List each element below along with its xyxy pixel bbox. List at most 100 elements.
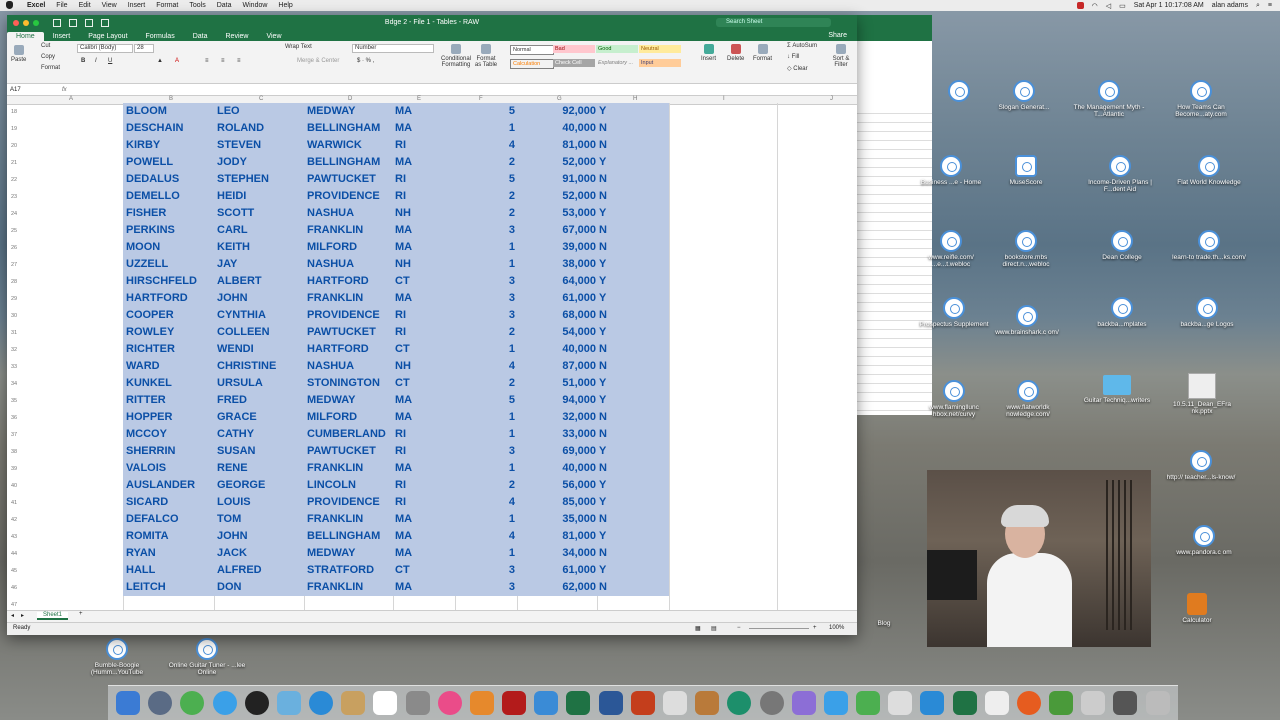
cell-last-name[interactable]: RICHTER [126, 343, 175, 355]
cell-flag[interactable]: N [599, 581, 607, 593]
app-icon[interactable] [1049, 691, 1074, 715]
column-header-h[interactable]: H [633, 96, 637, 102]
cell-salary[interactable]: 64,000 [522, 275, 596, 287]
cell-dept[interactable]: 2 [487, 156, 515, 168]
cell-salary[interactable]: 32,000 [522, 411, 596, 423]
desktop-icon-backba-templates[interactable]: backba...mplates [1083, 297, 1161, 328]
merge-center-button[interactable]: Merge & Center [297, 58, 339, 64]
cell-city[interactable]: PROVIDENCE [307, 190, 380, 202]
cell-dept[interactable]: 3 [487, 292, 515, 304]
cell-first-name[interactable]: TOM [217, 513, 241, 525]
battery-icon[interactable]: ▭ [1119, 2, 1126, 10]
zoom-level[interactable]: 100% [829, 625, 844, 631]
search-icon[interactable]: ⌕ [1256, 2, 1260, 10]
desktop-icon-calculator[interactable]: Calculator [1158, 593, 1236, 624]
desktop-icon-bookstore[interactable]: bookstore.mbs direct.n...webloc [987, 230, 1065, 268]
font-color-icon[interactable]: A [175, 58, 179, 64]
cell-dept[interactable]: 3 [487, 581, 515, 593]
cell-city[interactable]: FRANKLIN [307, 581, 363, 593]
column-header-f[interactable]: F [479, 96, 483, 102]
cell-last-name[interactable]: UZZELL [126, 258, 168, 270]
number-format-select[interactable]: Number [352, 44, 434, 53]
cell-last-name[interactable]: MCCOY [126, 428, 167, 440]
cell-last-name[interactable]: HARTFORD [126, 292, 188, 304]
cell-first-name[interactable]: CATHY [217, 428, 254, 440]
cell-flag[interactable]: N [599, 513, 607, 525]
cell-state[interactable]: MA [395, 547, 412, 559]
cell-dept[interactable]: 1 [487, 462, 515, 474]
cell-city[interactable]: MEDWAY [307, 105, 356, 117]
row-number[interactable]: 43 [7, 534, 21, 540]
cell-dept[interactable]: 4 [487, 530, 515, 542]
table-row[interactable]: 32 RICHTER WENDI HARTFORD CT 1 40,000 N [7, 341, 857, 358]
table-row[interactable]: 35 RITTER FRED MEDWAY MA 5 94,000 Y [7, 392, 857, 409]
cell-last-name[interactable]: WARD [126, 360, 160, 372]
font-name-select[interactable]: Calibri (Body) [77, 44, 133, 53]
cell-salary[interactable]: 39,000 [522, 241, 596, 253]
menu-file[interactable]: File [56, 2, 67, 9]
menu-app[interactable]: Excel [27, 2, 45, 9]
cell-dept[interactable]: 1 [487, 428, 515, 440]
table-row[interactable]: 29 HARTFORD JOHN FRANKLIN MA 3 61,000 Y [7, 290, 857, 307]
desktop-icon-business[interactable]: Business ...e - Home [912, 155, 990, 186]
cell-state[interactable]: RI [395, 139, 406, 151]
table-row[interactable]: 25 PERKINS CARL FRANKLIN MA 3 67,000 N [7, 222, 857, 239]
excel-icon[interactable] [566, 691, 591, 715]
currency-icon[interactable]: $ · % , [357, 58, 374, 64]
guitar-app-icon[interactable] [695, 691, 720, 715]
app-icon[interactable] [791, 691, 816, 715]
cell-state[interactable]: CT [395, 343, 410, 355]
cell-flag[interactable]: N [599, 139, 607, 151]
messages-icon[interactable] [309, 691, 334, 715]
cell-dept[interactable]: 1 [487, 241, 515, 253]
app-icon[interactable] [823, 691, 848, 715]
desktop-icon-management-myth[interactable]: The Management Myth - T...Atlantic [1070, 80, 1148, 118]
column-header-e[interactable]: E [417, 96, 421, 102]
cell-flag[interactable]: N [599, 309, 607, 321]
cell-salary[interactable]: 52,000 [522, 190, 596, 202]
cell-state[interactable]: MA [395, 224, 412, 236]
fx-icon[interactable]: fx [62, 87, 67, 93]
cell-first-name[interactable]: JOHN [217, 530, 248, 542]
cell-first-name[interactable]: CARL [217, 224, 248, 236]
preview-icon[interactable] [276, 691, 301, 715]
folder-stack-icon[interactable] [1113, 691, 1138, 715]
cell-dept[interactable]: 3 [487, 275, 515, 287]
row-number[interactable]: 20 [7, 143, 21, 149]
cell-salary[interactable]: 87,000 [522, 360, 596, 372]
table-row[interactable]: 24 FISHER SCOTT NASHUA NH 2 53,000 Y [7, 205, 857, 222]
cell-dept[interactable]: 2 [487, 377, 515, 389]
row-number[interactable]: 30 [7, 313, 21, 319]
cell-first-name[interactable]: JAY [217, 258, 237, 270]
cell-state[interactable]: CT [395, 275, 410, 287]
next-sheet-icon[interactable]: ▸ [21, 612, 24, 619]
desktop-icon-guitar-tuner[interactable]: Online Guitar Tuner - ...lee Online [168, 638, 246, 676]
tab-review[interactable]: Review [217, 32, 258, 41]
row-number[interactable]: 44 [7, 551, 21, 557]
system-preferences-icon[interactable] [759, 691, 784, 715]
search-sheet-input[interactable]: Search Sheet [716, 18, 831, 27]
table-row[interactable]: 43 ROMITA JOHN BELLINGHAM MA 4 81,000 Y [7, 528, 857, 545]
cell-first-name[interactable]: FRED [217, 394, 247, 406]
firefox-icon[interactable] [1016, 691, 1041, 715]
safari-icon[interactable] [212, 691, 237, 715]
zoom-slider[interactable] [749, 628, 809, 629]
cell-salary[interactable]: 81,000 [522, 530, 596, 542]
menu-tools[interactable]: Tools [189, 2, 205, 9]
conditional-formatting-button[interactable]: Conditional Formatting [441, 44, 471, 68]
prev-sheet-icon[interactable]: ◂ [11, 612, 14, 619]
desktop-icon-pandora[interactable]: www.pandora.c om [1165, 525, 1243, 556]
cell-first-name[interactable]: ALFRED [217, 564, 262, 576]
cell-flag[interactable]: N [599, 343, 607, 355]
cell-city[interactable]: WARWICK [307, 139, 362, 151]
zoom-out-icon[interactable]: − [737, 625, 741, 631]
itunes-icon[interactable] [437, 691, 462, 715]
table-row[interactable]: 23 DEMELLO HEIDI PROVIDENCE RI 2 52,000 N [7, 188, 857, 205]
cell-state[interactable]: MA [395, 513, 412, 525]
style-neutral[interactable]: Neutral [639, 45, 681, 53]
cell-flag[interactable]: N [599, 173, 607, 185]
table-row[interactable]: 20 KIRBY STEVEN WARWICK RI 4 81,000 N [7, 137, 857, 154]
desktop-icon-reifle[interactable]: www.reifle.com/ ...e...t.webloc [912, 230, 990, 268]
copy-button[interactable]: Copy [41, 54, 55, 60]
table-row[interactable]: 28 HIRSCHFELD ALBERT HARTFORD CT 3 64,000 Y [7, 273, 857, 290]
